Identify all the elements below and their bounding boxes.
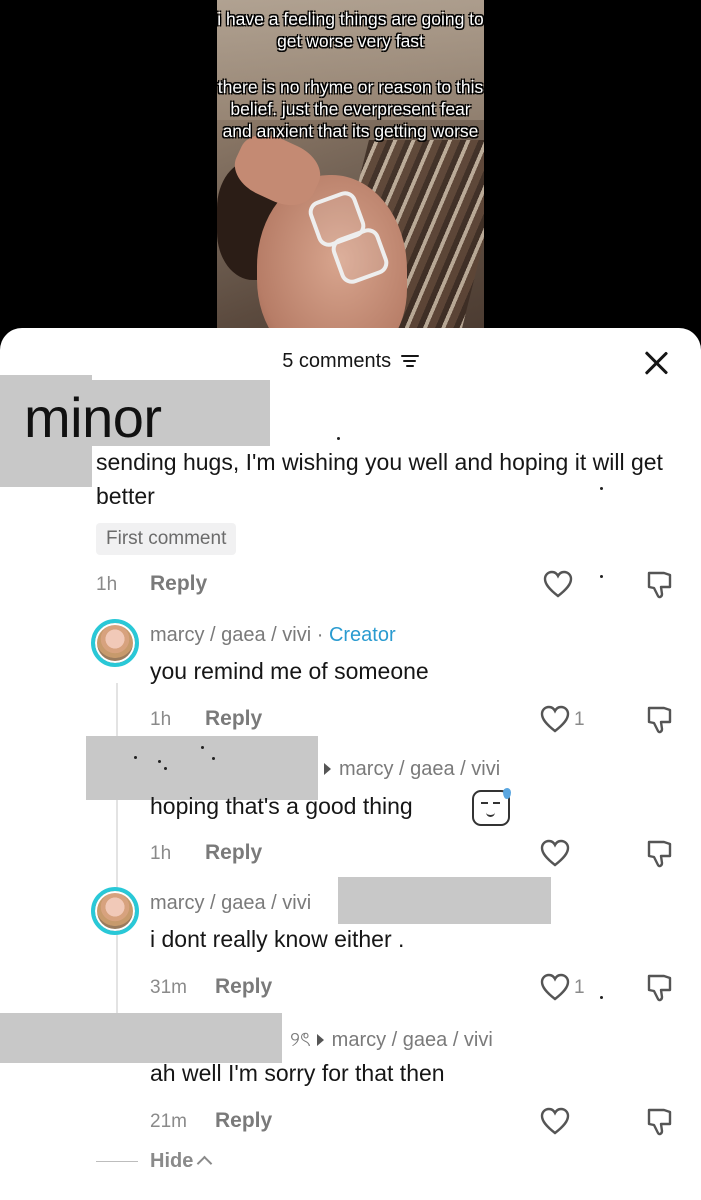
redaction-box	[338, 877, 551, 924]
reply-button[interactable]: Reply	[215, 975, 272, 999]
reply-to[interactable]: marcy / gaea / vivi	[324, 758, 500, 781]
chevron-up-icon	[197, 1155, 213, 1172]
comment-time: 31m	[150, 977, 187, 998]
author-name[interactable]: marcy / gaea / vivi	[150, 624, 311, 646]
reply-to-name[interactable]: marcy / gaea / vivi	[339, 758, 500, 780]
speck	[158, 760, 161, 763]
dislike-icon[interactable]	[643, 570, 673, 600]
like-count: 1	[574, 977, 585, 998]
dislike-icon[interactable]	[643, 839, 673, 869]
hide-label: Hide	[150, 1150, 194, 1172]
comment-text: ah well I'm sorry for that then	[150, 1060, 445, 1086]
speck	[212, 757, 215, 760]
comment-text: i dont really know either .	[150, 926, 405, 952]
video-caption-2: there is no rhyme or reason to this beli…	[217, 77, 484, 141]
reply-button[interactable]: Reply	[205, 841, 262, 865]
thread-line	[116, 683, 118, 1013]
reply-button[interactable]: Reply	[150, 572, 207, 596]
speck	[600, 575, 603, 578]
reply-arrow-icon	[316, 1034, 324, 1046]
video-caption-1: i have a feeling things are going to get…	[217, 9, 484, 51]
speck	[201, 746, 204, 749]
heart-icon[interactable]	[540, 705, 570, 733]
heart-icon[interactable]	[540, 973, 570, 1001]
speck	[600, 996, 603, 999]
avatar[interactable]	[91, 619, 139, 667]
name-suffix: ୨ৎ	[290, 1029, 311, 1051]
sort-filter-icon[interactable]	[400, 354, 419, 368]
comment-author[interactable]: marcy / gaea / vivi · Creator	[150, 624, 396, 647]
reply-arrow-icon	[324, 763, 331, 775]
reply-to-name[interactable]: marcy / gaea / vivi	[332, 1029, 493, 1051]
speck	[164, 767, 167, 770]
sweat-smile-emoji-icon	[472, 788, 511, 826]
redaction-label: minor	[24, 386, 162, 449]
reply-to[interactable]: ୨ৎ marcy / gaea / vivi	[290, 1025, 493, 1058]
speck	[337, 437, 340, 440]
author-separator: ·	[311, 624, 329, 646]
comment-time: 1h	[150, 843, 172, 864]
heart-icon[interactable]	[540, 839, 570, 867]
comment-text: you remind me of someone	[150, 658, 429, 684]
reply-button[interactable]: Reply	[215, 1109, 272, 1133]
heart-icon[interactable]	[543, 570, 573, 598]
heart-icon[interactable]	[540, 1107, 570, 1135]
hide-replies-button[interactable]: Hide	[96, 1150, 213, 1173]
comment-text: sending hugs, I'm wishing you well and h…	[96, 449, 663, 509]
comment-author[interactable]: marcy / gaea / vivi	[150, 892, 311, 915]
close-icon[interactable]	[643, 350, 669, 376]
creator-badge: Creator	[328, 624, 396, 646]
dislike-icon[interactable]	[643, 1107, 673, 1137]
comment-time: 1h	[150, 709, 172, 730]
comments-count: 5 comments	[282, 350, 392, 372]
comments-header: 5 comments	[0, 350, 701, 373]
comment-time: 21m	[150, 1111, 187, 1132]
comment-text: hoping that's a good thing	[150, 793, 413, 819]
reply-button[interactable]: Reply	[205, 707, 262, 731]
speck	[134, 756, 137, 759]
comment-time: 1h	[96, 574, 118, 595]
first-comment-badge: First comment	[96, 523, 237, 555]
like-count: 1	[574, 709, 585, 730]
video-player[interactable]: i have a feeling things are going to get…	[0, 0, 701, 340]
hide-divider	[96, 1161, 138, 1163]
video-frame: i have a feeling things are going to get…	[217, 0, 484, 340]
avatar[interactable]	[91, 887, 139, 935]
dislike-icon[interactable]	[643, 973, 673, 1003]
dislike-icon[interactable]	[643, 705, 673, 735]
